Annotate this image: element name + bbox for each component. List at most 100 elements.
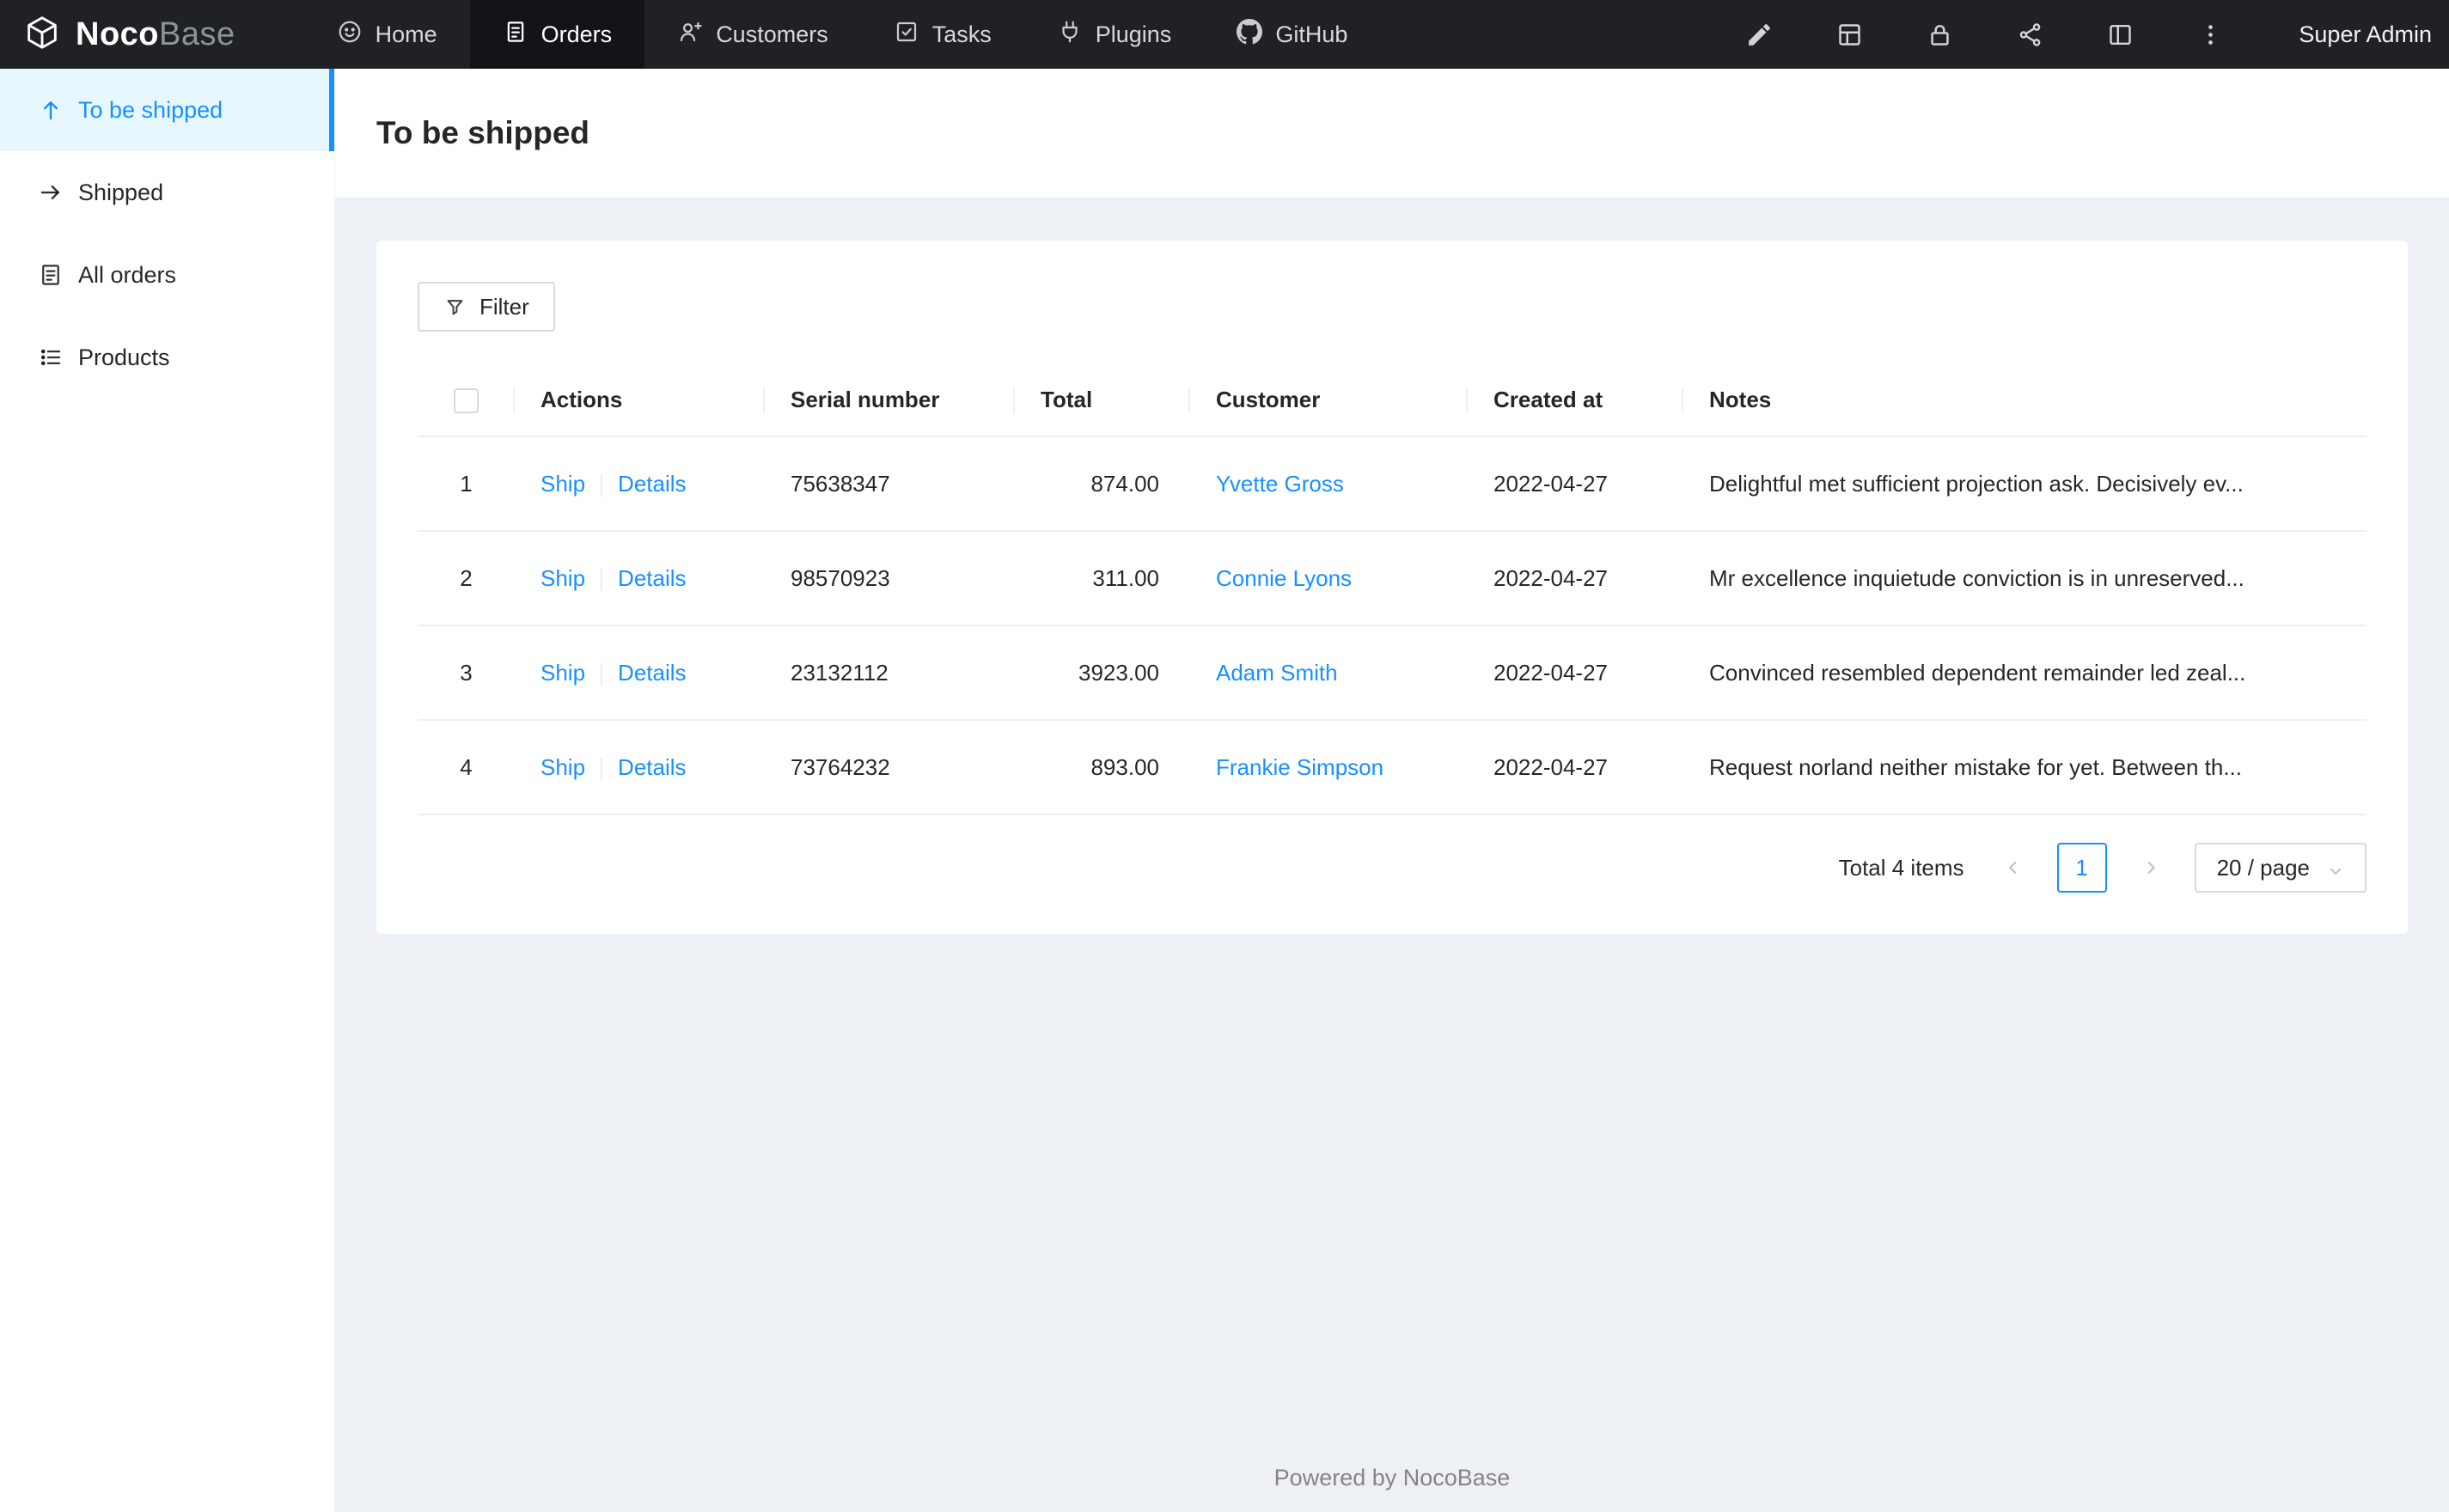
details-action-link[interactable]: Details [618, 754, 686, 780]
navbar-left: NocoBase Home Orders Customers Tasks Plu… [0, 0, 1380, 69]
pagination-page-1[interactable]: 1 [2056, 843, 2107, 893]
arrow-up-icon [38, 97, 64, 123]
customer-link[interactable]: Yvette Gross [1216, 471, 1344, 497]
current-user-menu[interactable]: Super Admin [2299, 21, 2432, 48]
column-header-total: Total [1015, 364, 1190, 437]
serial-number-cell: 23132112 [765, 625, 1015, 721]
notes-cell: Request norland neither mistake for yet.… [1683, 720, 2367, 815]
collections-icon[interactable] [1835, 21, 1864, 49]
notes-cell: Convinced resembled dependent remainder … [1683, 625, 2367, 721]
created-at-cell: 2022-04-27 [1468, 436, 1683, 532]
filter-icon [443, 296, 467, 319]
nav-item-tasks[interactable]: Tasks [861, 0, 1024, 69]
nav-item-customers[interactable]: Customers [644, 0, 861, 69]
column-header-customer: Customer [1190, 364, 1468, 437]
total-cell: 874.00 [1015, 436, 1190, 532]
serial-number-cell: 73764232 [765, 720, 1015, 815]
action-divider [601, 473, 603, 497]
plugins-icon [1057, 19, 1083, 51]
sidebar: To be shipped Shipped All orders Product… [0, 69, 335, 1512]
sidebar-item-label: To be shipped [78, 96, 223, 123]
page-size-select[interactable]: 20 / page [2194, 843, 2367, 893]
nav-item-github[interactable]: GitHub [1204, 0, 1380, 69]
home-icon [337, 19, 363, 51]
customer-link[interactable]: Frankie Simpson [1216, 754, 1383, 780]
navbar-right: Super Admin [1745, 0, 2449, 69]
ship-action-link[interactable]: Ship [540, 565, 585, 591]
nav-item-label: Tasks [931, 21, 992, 47]
nav-item-label: Home [375, 21, 437, 47]
permissions-icon[interactable] [1926, 21, 1954, 49]
row-index: 2 [460, 564, 473, 591]
chevron-left-icon [2004, 858, 2023, 877]
page-size-value: 20 / page [2216, 854, 2310, 881]
pagination-next-button[interactable] [2126, 843, 2176, 893]
column-header-actions: Actions [515, 364, 765, 437]
details-action-link[interactable]: Details [618, 565, 686, 591]
column-header-created: Created at [1468, 364, 1683, 437]
nav-item-label: Plugins [1095, 21, 1172, 47]
more-icon[interactable] [2196, 21, 2225, 49]
table-row: 2 Ship Details 98570923 311.00 Connie Lyo… [418, 531, 2367, 626]
api-icon[interactable] [2016, 21, 2044, 49]
file-icon [38, 262, 64, 288]
notes-cell: Mr excellence inquietude conviction is i… [1683, 531, 2367, 626]
sidebar-item-all-orders[interactable]: All orders [0, 234, 334, 316]
pagination-total: Total 4 items [1838, 854, 1964, 881]
orders-icon [503, 19, 528, 51]
sidebar-item-label: All orders [78, 261, 177, 288]
app-layout: To be shipped Shipped All orders Product… [0, 69, 2449, 1512]
footer-text: Powered by NocoBase [1273, 1465, 1511, 1491]
tasks-icon [894, 19, 919, 51]
action-divider [601, 568, 603, 591]
sidebar-item-shipped[interactable]: Shipped [0, 151, 334, 234]
page-title: To be shipped [376, 115, 590, 150]
notes-cell: Delightful met sufficient projection ask… [1683, 436, 2367, 532]
arrow-right-icon [38, 180, 64, 205]
footer: Powered by NocoBase [335, 1442, 2449, 1512]
ship-action-link[interactable]: Ship [540, 660, 585, 686]
total-cell: 3923.00 [1015, 625, 1190, 721]
row-index: 1 [460, 470, 473, 497]
table-row: 3 Ship Details 23132112 3923.00 Adam Smit… [418, 625, 2367, 721]
sidebar-item-to-be-shipped[interactable]: To be shipped [0, 69, 334, 151]
sidebar-item-products[interactable]: Products [0, 316, 334, 399]
row-index: 3 [460, 659, 473, 686]
customer-link[interactable]: Adam Smith [1216, 660, 1338, 686]
ship-action-link[interactable]: Ship [540, 754, 585, 780]
created-at-cell: 2022-04-27 [1468, 531, 1683, 626]
details-action-link[interactable]: Details [618, 660, 686, 686]
serial-number-cell: 98570923 [765, 531, 1015, 626]
main-area: To be shipped Filter Actions Serial numb… [335, 69, 2449, 1512]
pagination: Total 4 items 1 20 / page [418, 843, 2367, 893]
table-row: 4 Ship Details 73764232 893.00 Frankie Si… [418, 720, 2367, 815]
row-index: 4 [460, 753, 473, 780]
details-action-link[interactable]: Details [618, 471, 686, 497]
total-cell: 893.00 [1015, 720, 1190, 815]
nav-item-plugins[interactable]: Plugins [1024, 0, 1205, 69]
nav-item-orders[interactable]: Orders [469, 0, 645, 69]
created-at-cell: 2022-04-27 [1468, 720, 1683, 815]
created-at-cell: 2022-04-27 [1468, 625, 1683, 721]
customer-link[interactable]: Connie Lyons [1216, 565, 1352, 591]
column-header-notes: Notes [1683, 364, 2367, 437]
nav-item-home[interactable]: Home [304, 0, 470, 69]
nav-item-label: GitHub [1275, 21, 1348, 47]
filter-button[interactable]: Filter [418, 282, 555, 332]
sidebar-item-label: Shipped [78, 179, 164, 205]
main-menu: Home Orders Customers Tasks Plugins GitH… [304, 0, 1381, 69]
action-divider [601, 757, 603, 780]
layout-icon[interactable] [2106, 21, 2134, 49]
top-navbar: NocoBase Home Orders Customers Tasks Plu… [0, 0, 2449, 69]
serial-number-cell: 75638347 [765, 436, 1015, 532]
ui-editor-icon[interactable] [1745, 21, 1774, 49]
pagination-prev-button[interactable] [1988, 843, 2038, 893]
chevron-right-icon [2141, 858, 2160, 877]
orders-table: Actions Serial number Total Customer Cre… [418, 364, 2367, 815]
select-all-checkbox[interactable] [454, 388, 479, 414]
nav-item-label: Customers [716, 21, 828, 47]
brand-text-primary: Noco [76, 15, 159, 52]
ship-action-link[interactable]: Ship [540, 471, 585, 497]
list-icon [38, 344, 64, 370]
nocobase-logo[interactable]: NocoBase [0, 13, 304, 57]
